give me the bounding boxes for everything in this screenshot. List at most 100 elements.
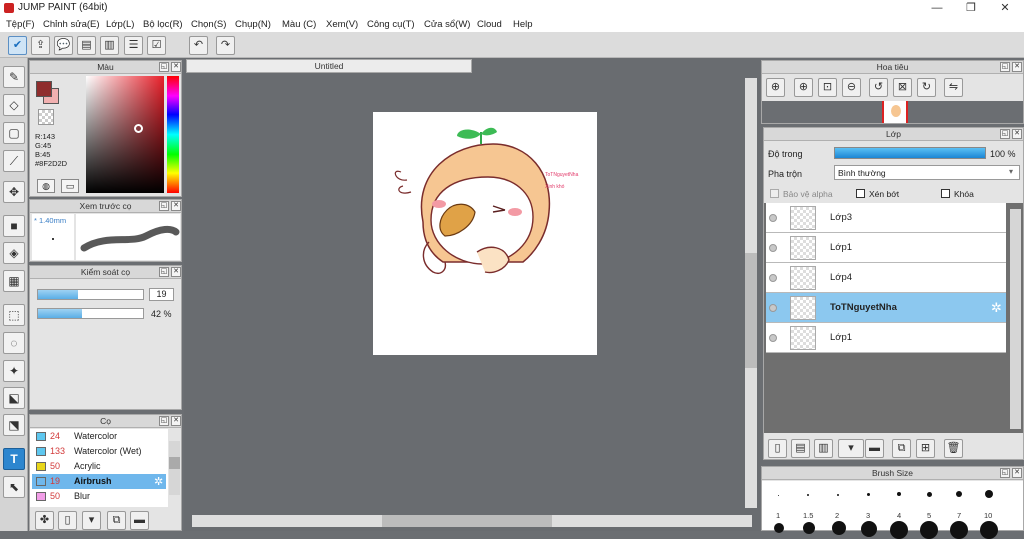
new-brush-icon[interactable]: ▯ bbox=[58, 511, 77, 530]
brush-size-dot-2[interactable] bbox=[837, 494, 839, 496]
layer-opacity-slider[interactable] bbox=[834, 147, 986, 159]
brush-size-slider[interactable] bbox=[37, 289, 144, 300]
layer-row[interactable]: Lớp1 bbox=[766, 323, 1006, 353]
brush-size-dot-row2[interactable] bbox=[890, 521, 908, 539]
visibility-toggle-icon[interactable] bbox=[769, 334, 777, 342]
brush-copy-icon[interactable]: ⧉ bbox=[107, 511, 126, 530]
select-pen-tool-icon[interactable]: ⬕ bbox=[3, 387, 25, 409]
canvas-vertical-scrollbar[interactable] bbox=[745, 78, 757, 508]
add-brush-icon[interactable]: ✤ bbox=[35, 511, 54, 530]
panel-menu-icon[interactable]: ◱ bbox=[159, 201, 169, 211]
menu-edit[interactable]: Chỉnh sửa(E) bbox=[43, 19, 100, 30]
brush-item-watercolor-wet[interactable]: 133 Watercolor (Wet) bbox=[32, 444, 166, 459]
panel-menu-icon[interactable]: ◱ bbox=[1000, 62, 1010, 72]
color-picker-cursor[interactable] bbox=[134, 124, 143, 133]
new-raster-layer-icon[interactable]: ▤ bbox=[791, 439, 810, 458]
text-tool-icon[interactable]: T bbox=[3, 448, 25, 470]
delete-layer-icon[interactable]: 🗑 bbox=[944, 439, 963, 458]
merge-layer-icon[interactable]: ⊞ bbox=[916, 439, 935, 458]
layer-row-selected[interactable]: ToTNguyetNha ✲ bbox=[766, 293, 1006, 323]
minimize-icon[interactable]: — bbox=[920, 0, 954, 16]
fit-window-icon[interactable]: ⊡ bbox=[818, 78, 837, 97]
brush-size-dot-row2[interactable] bbox=[980, 521, 998, 539]
brush-size-dot-1[interactable] bbox=[778, 495, 779, 496]
gradient-tool-icon[interactable]: ▦ bbox=[3, 270, 25, 292]
rect-select-tool-icon[interactable]: ⬚ bbox=[3, 304, 25, 326]
panel-close-icon[interactable]: ✕ bbox=[171, 62, 181, 72]
brush-list-scroll-thumb[interactable] bbox=[169, 457, 180, 469]
visibility-toggle-icon[interactable] bbox=[769, 304, 777, 312]
menu-filter[interactable]: Bộ lọc(R) bbox=[143, 19, 183, 30]
layer-folder-icon[interactable]: ▬ bbox=[865, 439, 884, 458]
visibility-toggle-icon[interactable] bbox=[769, 214, 777, 222]
menu-cloud[interactable]: Cloud bbox=[477, 19, 502, 30]
brush-item-watercolor[interactable]: 24 Watercolor bbox=[32, 429, 166, 444]
move-tool-icon[interactable]: ✥ bbox=[3, 181, 25, 203]
speech-bubble-icon[interactable]: 💬 bbox=[54, 36, 73, 55]
primary-color-swatch[interactable] bbox=[36, 81, 52, 97]
panel-menu-icon[interactable]: ◱ bbox=[159, 267, 169, 277]
menu-window[interactable]: Cửa sổ(W) bbox=[424, 19, 470, 30]
gear-icon[interactable]: ✲ bbox=[991, 300, 1002, 316]
lasso-tool-icon[interactable]: ◌ bbox=[3, 332, 25, 354]
panel-close-icon[interactable]: ✕ bbox=[1012, 62, 1022, 72]
bucket-tool-icon[interactable]: ◈ bbox=[3, 242, 25, 264]
canvas-vscroll-thumb[interactable] bbox=[745, 253, 757, 368]
flip-icon[interactable]: ⇋ bbox=[944, 78, 963, 97]
brush-item-acrylic[interactable]: 50 Acrylic bbox=[32, 459, 166, 474]
brush-item-blur[interactable]: 50 Blur bbox=[32, 489, 166, 504]
rotate-right-icon[interactable]: ↻ bbox=[917, 78, 936, 97]
new-vector-layer-icon[interactable]: ▥ bbox=[814, 439, 833, 458]
panel-close-icon[interactable]: ✕ bbox=[1012, 129, 1022, 139]
menu-tools[interactable]: Công cụ(T) bbox=[367, 19, 415, 30]
document-tab[interactable]: Untitled bbox=[186, 59, 472, 73]
brush-size-value[interactable]: 19 bbox=[149, 288, 174, 301]
clipping-checkbox[interactable] bbox=[856, 189, 865, 198]
rotate-left-icon[interactable]: ↺ bbox=[869, 78, 888, 97]
undo-icon[interactable]: ↶ bbox=[189, 36, 208, 55]
panel-close-icon[interactable]: ✕ bbox=[171, 201, 181, 211]
menu-help[interactable]: Help bbox=[513, 19, 533, 30]
blend-mode-select[interactable]: Bình thường ▾ bbox=[834, 165, 1020, 180]
duplicate-layer-icon[interactable]: ⧉ bbox=[892, 439, 911, 458]
lock-checkbox[interactable] bbox=[941, 189, 950, 198]
brush-size-dot-10[interactable] bbox=[985, 490, 993, 498]
panel-menu-icon[interactable]: ◱ bbox=[159, 416, 169, 426]
brush-size-dot-row2[interactable] bbox=[803, 522, 815, 534]
panel-menu-icon[interactable]: ◱ bbox=[159, 62, 169, 72]
menu-select[interactable]: Chọn(S) bbox=[191, 19, 226, 30]
brush-size-dot-5[interactable] bbox=[927, 492, 932, 497]
visibility-toggle-icon[interactable] bbox=[769, 274, 777, 282]
menu-color[interactable]: Màu (C) bbox=[282, 19, 316, 30]
brush-list-scrollbar[interactable] bbox=[169, 441, 180, 495]
menu-layer[interactable]: Lớp(L) bbox=[106, 19, 134, 30]
share-icon[interactable]: ⇪ bbox=[31, 36, 50, 55]
brush-size-dot-3[interactable] bbox=[867, 493, 870, 496]
zoom-out-icon[interactable]: ⊖ bbox=[842, 78, 861, 97]
check-icon[interactable]: ✔ bbox=[8, 36, 27, 55]
navigator-preview[interactable] bbox=[762, 101, 1023, 123]
menu-view[interactable]: Xem(V) bbox=[326, 19, 358, 30]
select-eraser-tool-icon[interactable]: ⬔ bbox=[3, 414, 25, 436]
brush-opacity-slider[interactable] bbox=[37, 308, 144, 319]
brush-size-dot-4[interactable] bbox=[897, 492, 901, 496]
comment-icon[interactable]: ▤ bbox=[77, 36, 96, 55]
menu-file[interactable]: Tệp(F) bbox=[6, 19, 35, 30]
canvas-hscroll-thumb[interactable] bbox=[382, 515, 552, 527]
eyedropper-icon[interactable]: ▭ bbox=[61, 179, 79, 193]
brush-size-dot-row2[interactable] bbox=[950, 521, 968, 539]
visibility-toggle-icon[interactable] bbox=[769, 244, 777, 252]
panel-close-icon[interactable]: ✕ bbox=[1012, 468, 1022, 478]
menu-capture[interactable]: Chụp(N) bbox=[235, 19, 271, 30]
panel-menu-icon[interactable]: ◱ bbox=[1000, 129, 1010, 139]
operation-tool-icon[interactable]: ⬉ bbox=[3, 476, 25, 498]
palette-icon[interactable]: ◍ bbox=[37, 179, 55, 193]
brush-size-dot-row2[interactable] bbox=[832, 521, 846, 535]
zoom-plus-icon[interactable]: ⊕ bbox=[794, 78, 813, 97]
reset-rotation-icon[interactable]: ⊠ bbox=[893, 78, 912, 97]
close-icon[interactable]: ✕ bbox=[988, 0, 1022, 16]
brush-folder-menu-icon[interactable]: ▾ bbox=[82, 511, 101, 530]
panel-close-icon[interactable]: ✕ bbox=[171, 267, 181, 277]
redo-icon[interactable]: ↷ bbox=[216, 36, 235, 55]
layer-row[interactable]: Lớp1 bbox=[766, 233, 1006, 263]
